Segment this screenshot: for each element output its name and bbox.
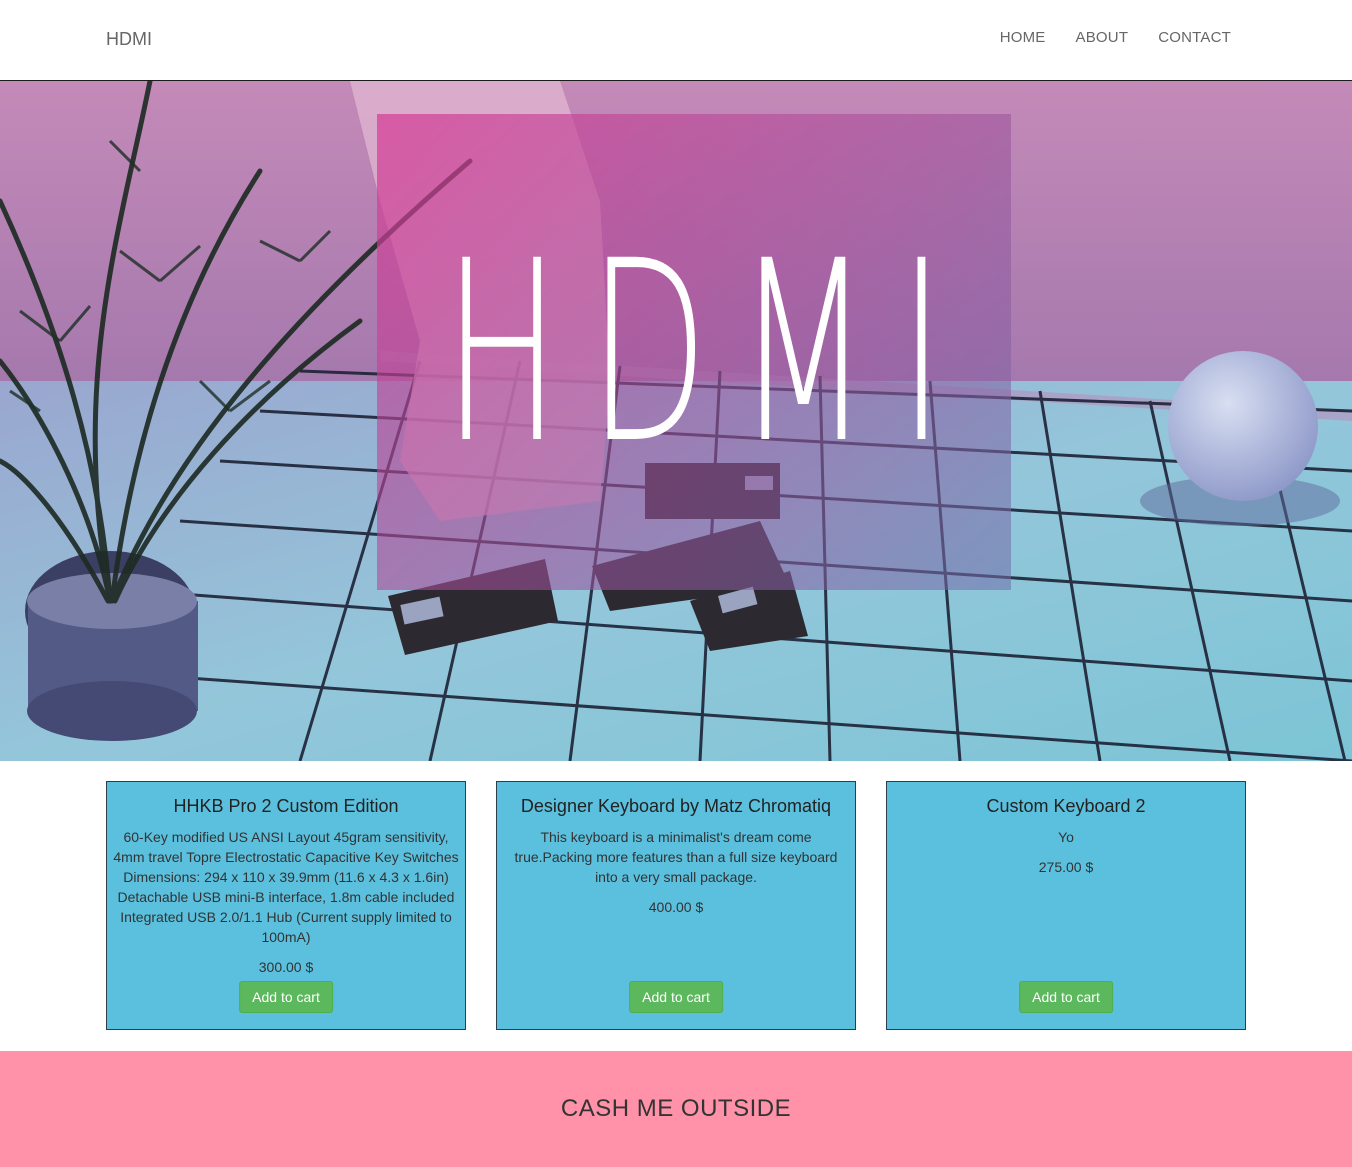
footer-text: CASH ME OUTSIDE xyxy=(560,1095,792,1122)
product-price: 300.00 $ xyxy=(258,959,314,975)
nav-contact-link[interactable]: CONTACT xyxy=(1158,29,1231,46)
nav-about-link[interactable]: ABOUT xyxy=(1076,29,1129,46)
hero-banner: HDMI xyxy=(0,81,1352,761)
product-card: Designer Keyboard by Matz Chromatiq This… xyxy=(496,781,856,1030)
add-to-cart-button[interactable]: Add to cart xyxy=(1019,981,1113,1013)
product-name: HHKB Pro 2 Custom Edition xyxy=(173,796,399,816)
brand-link[interactable]: HDMI xyxy=(106,29,152,50)
nav-links: HOME ABOUT CONTACT xyxy=(1000,29,1231,46)
product-description: This keyboard is a minimalist's dream co… xyxy=(514,829,838,885)
product-description: Yo xyxy=(1058,829,1074,845)
add-to-cart-button[interactable]: Add to cart xyxy=(629,981,723,1013)
product-name: Designer Keyboard by Matz Chromatiq xyxy=(520,796,832,816)
product-price: 400.00 $ xyxy=(648,899,704,915)
navbar: HDMI HOME ABOUT CONTACT xyxy=(0,0,1352,81)
product-card: Custom Keyboard 2 Yo 275.00 $ Add to car… xyxy=(886,781,1246,1030)
product-price: 275.00 $ xyxy=(1038,859,1094,875)
add-to-cart-button[interactable]: Add to cart xyxy=(239,981,333,1013)
product-name: Custom Keyboard 2 xyxy=(986,796,1146,816)
product-card: HHKB Pro 2 Custom Edition 60-Key modifie… xyxy=(106,781,466,1030)
product-list: HHKB Pro 2 Custom Edition 60-Key modifie… xyxy=(106,781,1246,1030)
nav-home-link[interactable]: HOME xyxy=(1000,29,1046,46)
product-description: 60-Key modified US ANSI Layout 45gram se… xyxy=(113,829,459,945)
hero-title: HDMI xyxy=(443,206,973,498)
footer-banner: CASH ME OUTSIDE xyxy=(0,1051,1352,1167)
